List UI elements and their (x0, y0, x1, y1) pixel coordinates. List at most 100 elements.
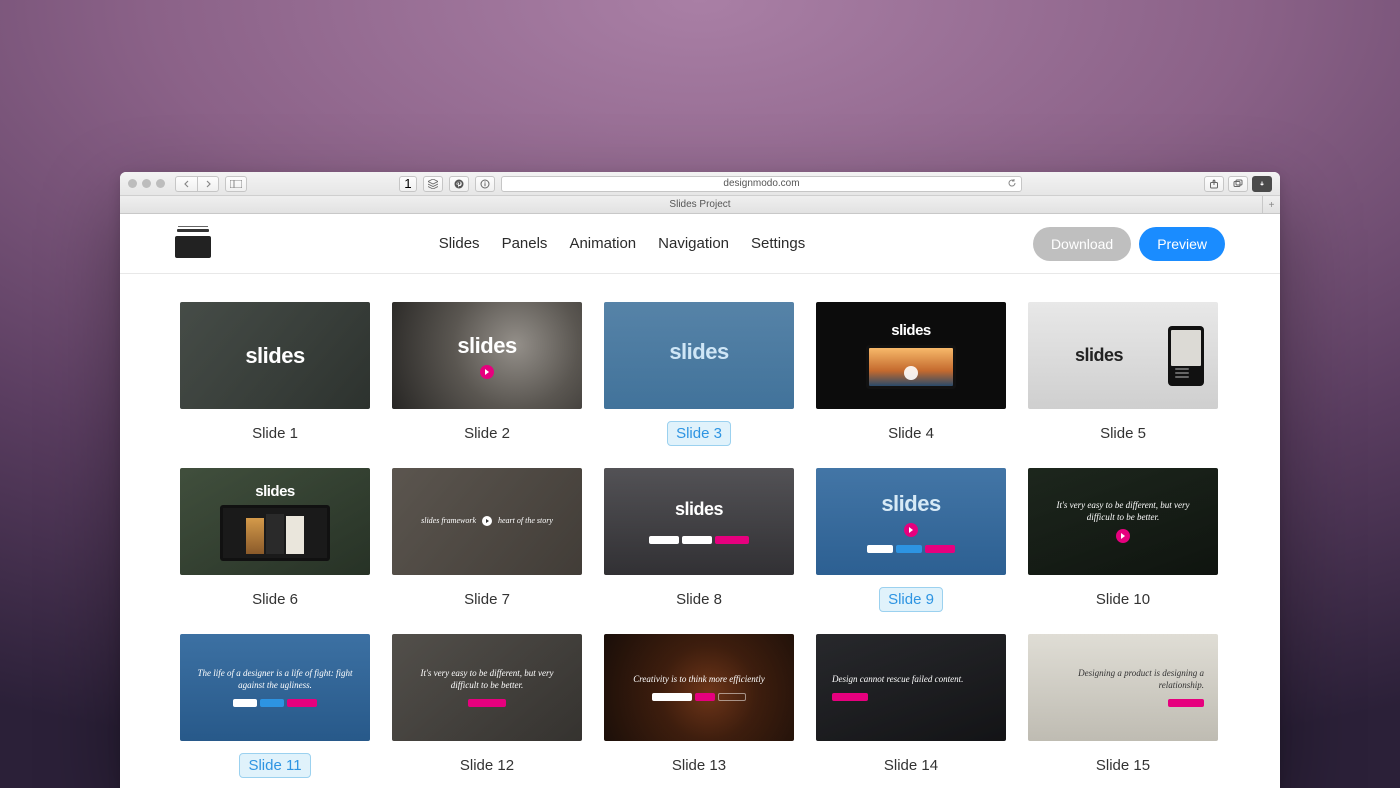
slide-title: slides (867, 491, 955, 517)
slide-thumb[interactable]: slides (1028, 302, 1218, 409)
slide-label[interactable]: Slide 2 (456, 421, 518, 446)
slide-thumb[interactable]: slides (180, 302, 370, 409)
reload-icon[interactable] (1007, 178, 1017, 191)
slide-label[interactable]: Slide 12 (452, 753, 522, 778)
tabs-overview-button[interactable] (1228, 176, 1248, 192)
page-number-button[interactable]: 1 (399, 176, 417, 192)
slide-tagline: It's very easy to be different, but very… (408, 668, 566, 691)
slide-tagline: The life of a designer is a life of figh… (194, 668, 356, 691)
slide-thumb[interactable]: The life of a designer is a life of figh… (180, 634, 370, 741)
forward-button[interactable] (197, 176, 219, 192)
slide-thumb[interactable]: slides (180, 468, 370, 575)
slide-label[interactable]: Slide 14 (876, 753, 946, 778)
slide-card-2: slides Slide 2 (392, 302, 582, 446)
slide-subtitle (649, 522, 749, 528)
slide-label[interactable]: Slide 1 (244, 421, 306, 446)
mini-cta (832, 693, 868, 701)
slide-thumb[interactable]: slides (816, 302, 1006, 409)
mini-input (867, 545, 893, 553)
slide-title: slides (457, 333, 516, 359)
mini-cta (287, 699, 317, 707)
slide-card-11: The life of a designer is a life of figh… (180, 634, 370, 778)
slide-thumb[interactable]: Designing a product is designing a relat… (1028, 634, 1218, 741)
mini-input (682, 536, 712, 544)
play-icon (904, 523, 918, 537)
nav-navigation[interactable]: Navigation (658, 235, 729, 252)
address-bar[interactable]: designmodo.com (501, 176, 1022, 192)
slide-thumb[interactable]: It's very easy to be different, but very… (392, 634, 582, 741)
new-tab-button[interactable]: + (1262, 196, 1280, 214)
nav-panels[interactable]: Panels (502, 235, 548, 252)
mini-input (652, 693, 692, 701)
slide-title: slides (866, 322, 956, 339)
slide-card-15: Designing a product is designing a relat… (1028, 634, 1218, 778)
download-button[interactable]: Download (1033, 227, 1131, 261)
slide-thumb[interactable]: Creativity is to think more efficiently (604, 634, 794, 741)
slide-card-6: slides Slide 6 (180, 468, 370, 612)
slide-label[interactable]: Slide 15 (1088, 753, 1158, 778)
slide-label[interactable]: Slide 7 (456, 587, 518, 612)
slide-label[interactable]: Slide 3 (667, 421, 731, 446)
slide-card-8: slides Slide 8 (604, 468, 794, 612)
slide-label[interactable]: Slide 10 (1088, 587, 1158, 612)
phone-mock-icon (1168, 326, 1204, 386)
address-url: designmodo.com (723, 178, 799, 189)
slide-title: slides (1042, 345, 1156, 366)
downloads-button[interactable] (1252, 176, 1272, 192)
mini-cta (715, 536, 749, 544)
zoom-window-icon[interactable] (156, 179, 165, 188)
slide-card-13: Creativity is to think more efficiently … (604, 634, 794, 778)
nav-settings[interactable]: Settings (751, 235, 805, 252)
nav-slides[interactable]: Slides (439, 235, 480, 252)
window-traffic-lights[interactable] (128, 179, 165, 188)
close-window-icon[interactable] (128, 179, 137, 188)
share-button[interactable] (1204, 176, 1224, 192)
slide-label[interactable]: Slide 11 (239, 753, 310, 778)
slide-card-10: It's very easy to be different, but very… (1028, 468, 1218, 612)
tab-title[interactable]: Slides Project (669, 199, 730, 210)
pinterest-extension-icon[interactable] (449, 176, 469, 192)
preview-button[interactable]: Preview (1139, 227, 1225, 261)
slide-label[interactable]: Slide 8 (668, 587, 730, 612)
app-logo-icon[interactable] (175, 229, 211, 259)
slide-label[interactable]: Slide 6 (244, 587, 306, 612)
buffer-extension-icon[interactable] (423, 176, 443, 192)
mini-input (649, 536, 679, 544)
slide-thumb[interactable]: Design cannot rescue failed content. (816, 634, 1006, 741)
slide-title: slides (220, 483, 330, 500)
slides-grid: slides Slide 1 slides Slide 2 slides Sli… (180, 302, 1220, 778)
slide-tagline: Designing a product is designing a relat… (1042, 668, 1204, 691)
slide-thumb[interactable]: slides (392, 302, 582, 409)
page-number-label: 1 (404, 176, 411, 191)
slide-label[interactable]: Slide 4 (880, 421, 942, 446)
slide-card-9: slides Slide 9 (816, 468, 1006, 612)
slide-tagline: Design cannot rescue failed content. (832, 674, 990, 686)
slide-thumb[interactable]: slides (604, 468, 794, 575)
mini-input (233, 699, 257, 707)
browser-tabbar: Slides Project + (120, 196, 1280, 214)
nav-animation[interactable]: Animation (569, 235, 636, 252)
minimize-window-icon[interactable] (142, 179, 151, 188)
slide-title: slides (245, 343, 304, 369)
slide-thumb[interactable]: slides framework heart of the story (392, 468, 582, 575)
slide-card-5: slides Slide 5 (1028, 302, 1218, 446)
slide-label[interactable]: Slide 5 (1092, 421, 1154, 446)
mini-btn (260, 699, 284, 707)
mini-cta (925, 545, 955, 553)
slide-card-12: It's very easy to be different, but very… (392, 634, 582, 778)
mini-btn (896, 545, 922, 553)
slide-thumb[interactable]: slides (604, 302, 794, 409)
play-icon (482, 516, 492, 526)
sidebar-toggle-button[interactable] (225, 176, 247, 192)
back-button[interactable] (175, 176, 197, 192)
slide-thumb[interactable]: It's very easy to be different, but very… (1028, 468, 1218, 575)
slide-thumb[interactable]: slides (816, 468, 1006, 575)
slide-label[interactable]: Slide 9 (879, 587, 943, 612)
mini-cta (468, 699, 506, 707)
slide-title: slides (649, 499, 749, 520)
play-icon (480, 365, 494, 379)
play-icon (1116, 529, 1130, 543)
slide-card-14: Design cannot rescue failed content. Sli… (816, 634, 1006, 778)
info-extension-icon[interactable] (475, 176, 495, 192)
slide-label[interactable]: Slide 13 (664, 753, 734, 778)
